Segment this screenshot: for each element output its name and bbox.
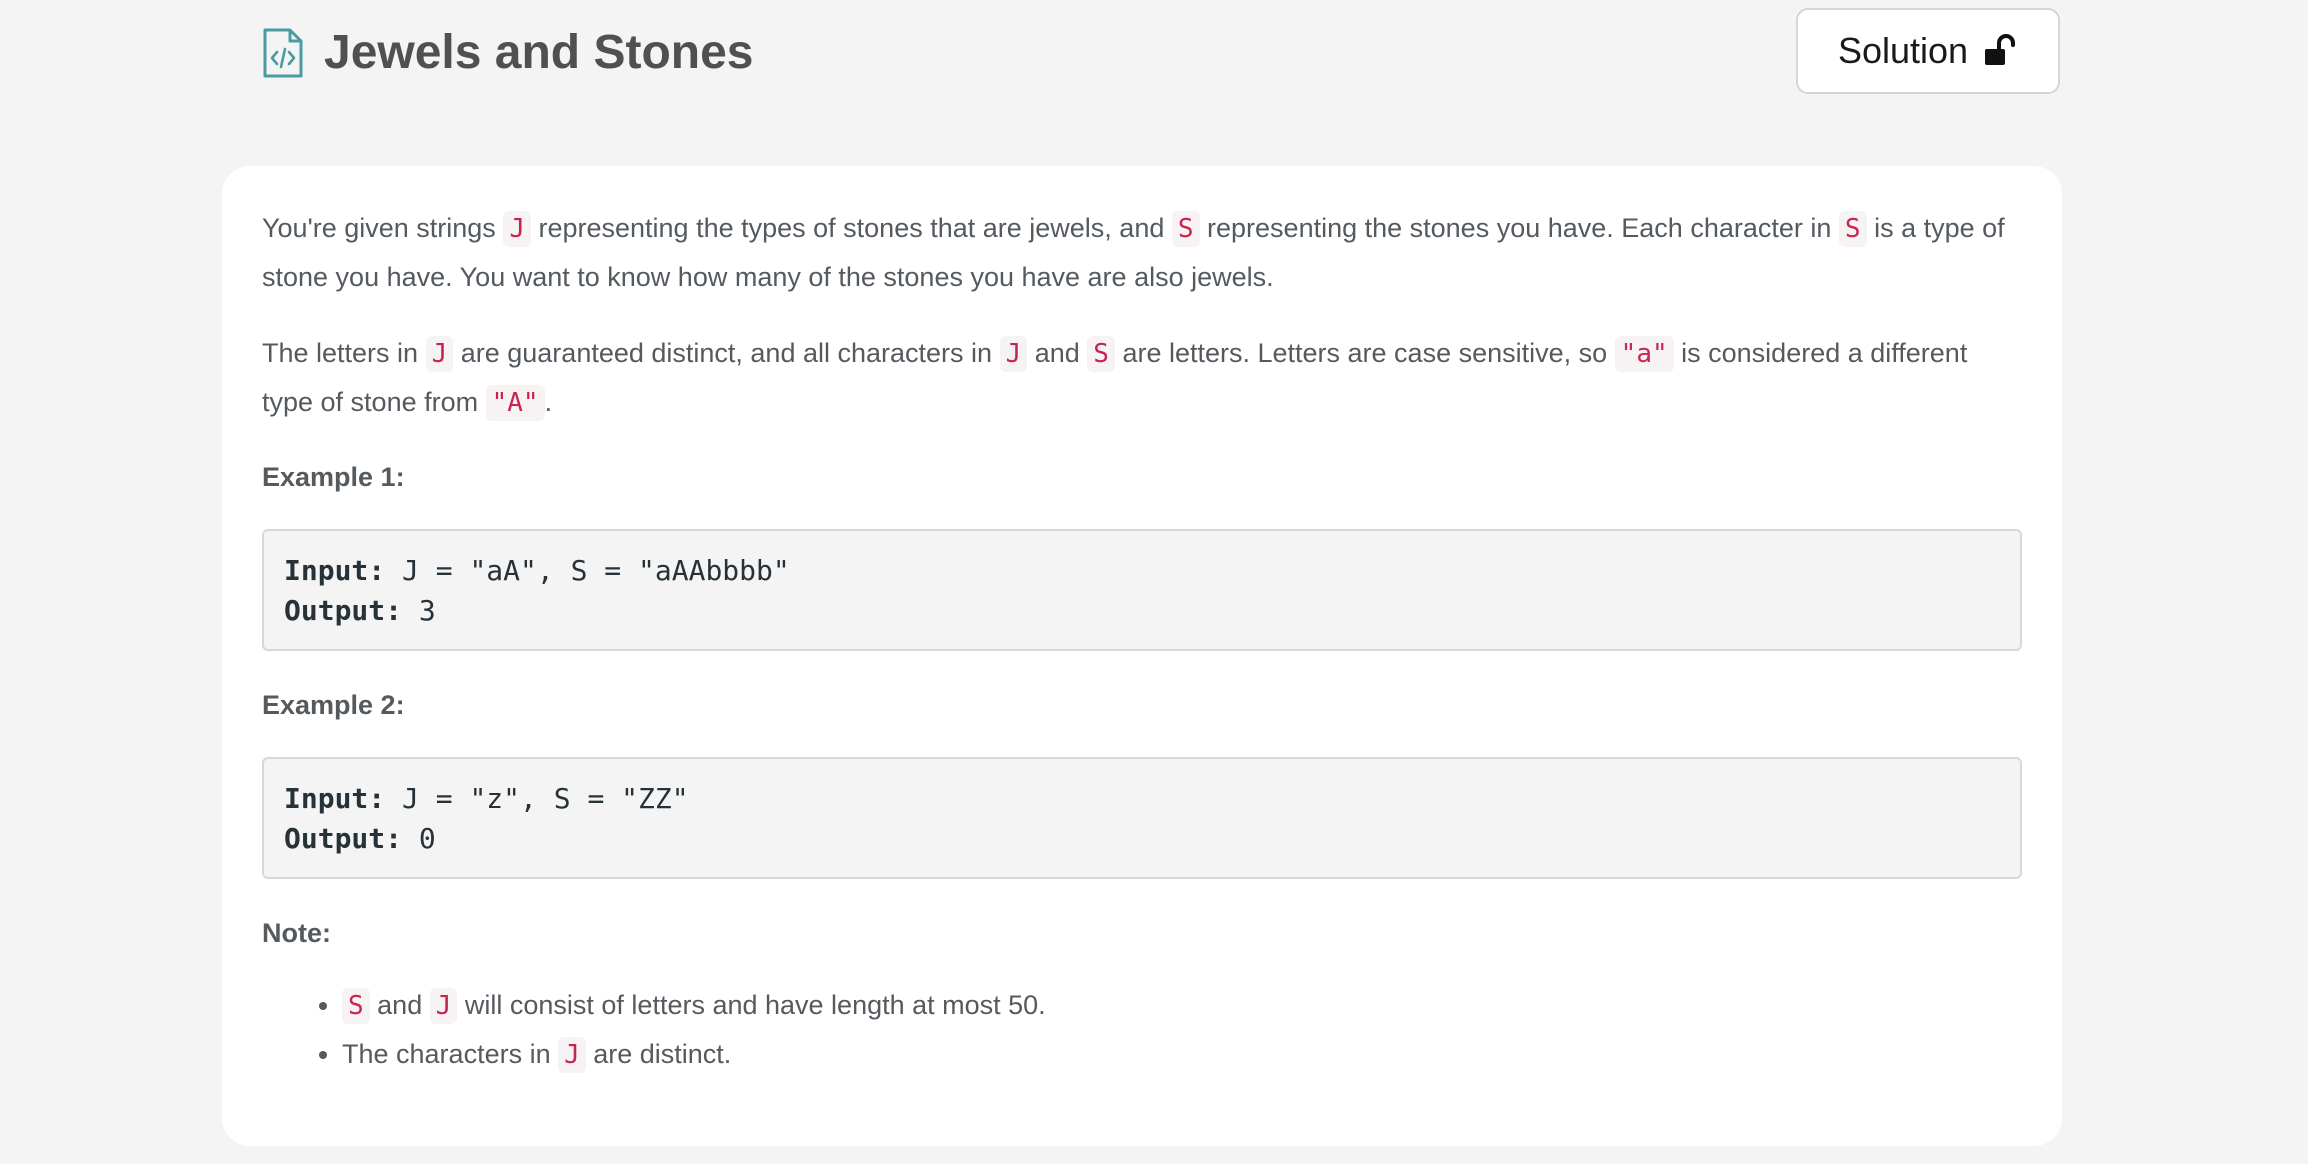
text: .	[544, 387, 553, 417]
example-2-heading: Example 2:	[262, 690, 405, 720]
solution-button[interactable]: Solution	[1796, 8, 2060, 94]
input-label: Input:	[284, 782, 386, 815]
problem-description-card: You're given strings J representing the …	[222, 166, 2062, 1146]
inline-code: "A"	[485, 385, 545, 421]
code-file-icon	[263, 28, 303, 78]
output-value: 0	[402, 822, 436, 855]
list-item: S and J will consist of letters and have…	[342, 981, 2022, 1030]
text: and	[369, 990, 430, 1020]
inline-code: S	[1838, 211, 1867, 247]
text: and	[1027, 338, 1088, 368]
text: The letters in	[262, 338, 426, 368]
inline-code: J	[999, 336, 1028, 372]
page-title: Jewels and Stones	[324, 26, 754, 79]
output-label: Output:	[284, 594, 403, 627]
inline-code: J	[503, 211, 531, 247]
inline-code: J	[429, 988, 458, 1024]
inline-code: S	[1171, 211, 1200, 247]
inline-code: J	[425, 336, 454, 372]
example-1-heading: Example 1:	[262, 462, 405, 492]
description-paragraph-2: The letters in J are guaranteed distinct…	[262, 329, 2022, 427]
inline-code: J	[558, 1037, 586, 1073]
note-list: S and J will consist of letters and have…	[262, 981, 2022, 1079]
text: representing the types of stones that ar…	[530, 213, 1172, 243]
note-heading: Note:	[262, 918, 331, 948]
text: The characters in	[342, 1039, 559, 1069]
example-1-code-block: Input: J = "aA", S = "aAAbbbb" Output: 3	[262, 529, 2022, 651]
inline-code: S	[1087, 336, 1115, 372]
text: are guaranteed distinct, and all charact…	[453, 338, 1000, 368]
input-value: J = "z", S = "ZZ"	[385, 782, 689, 815]
unlock-icon	[1985, 34, 2016, 65]
solution-button-label: Solution	[1837, 30, 1969, 71]
output-value: 3	[402, 594, 436, 627]
output-label: Output:	[284, 822, 403, 855]
description-paragraph-1: You're given strings J representing the …	[262, 204, 2022, 301]
page-header: Jewels and Stones Solution	[0, 0, 2308, 110]
text: representing the stones you have. Each c…	[1199, 213, 1839, 243]
example-2-code-block: Input: J = "z", S = "ZZ" Output: 0	[262, 757, 2022, 879]
text: will consist of letters and have length …	[457, 990, 1046, 1020]
text: are distinct.	[585, 1039, 732, 1069]
inline-code: "a"	[1614, 336, 1674, 372]
text: are letters. Letters are case sensitive,…	[1114, 338, 1615, 368]
input-label: Input:	[284, 554, 386, 587]
list-item: The characters in J are distinct.	[342, 1030, 2022, 1079]
input-value: J = "aA", S = "aAAbbbb"	[385, 554, 790, 587]
text: You're given strings	[262, 213, 504, 243]
inline-code: S	[342, 988, 370, 1024]
